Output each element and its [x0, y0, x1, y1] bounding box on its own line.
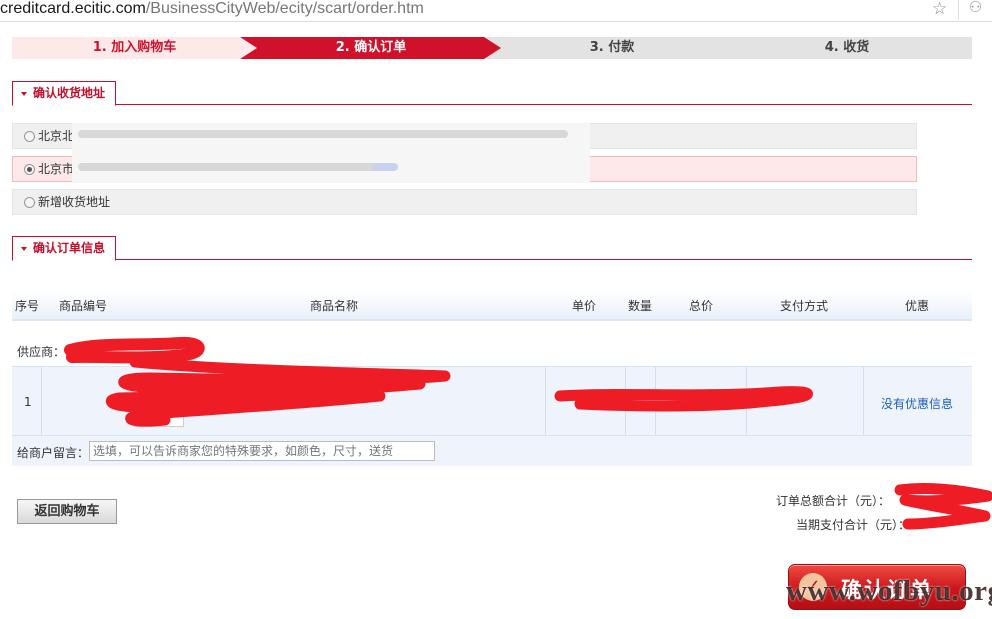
blur-line: [78, 163, 378, 171]
url-text[interactable]: creditcard.ecitic.com/BusinessCityWeb/ec…: [0, 0, 424, 18]
cell-divider: [625, 367, 626, 435]
blur-line: [78, 130, 568, 138]
address-option-label: 北京北: [38, 129, 75, 143]
caret-down-icon: [21, 91, 27, 96]
url-path: /BusinessCityWeb/ecity/scart/order.htm: [145, 0, 424, 17]
column-header-unit-price: 单价: [572, 299, 597, 313]
column-header-index: 序号: [15, 299, 40, 313]
column-header-product-id: 商品编号: [59, 299, 108, 313]
cell-divider: [863, 367, 864, 435]
table-row: 1 没有优惠信息: [12, 366, 972, 436]
product-thumbnail[interactable]: [134, 377, 184, 427]
order-table-header: 序号 商品编号 商品名称 单价 数量 总价 支付方式 优惠: [12, 291, 972, 321]
caret-down-icon: [21, 246, 27, 251]
cell-divider: [655, 367, 656, 435]
new-address-label: 新增收货地址: [38, 195, 111, 209]
column-header-total: 总价: [689, 299, 714, 313]
redaction-stroke-totals: [894, 482, 992, 530]
merchant-message-label: 给商户留言：: [17, 446, 90, 460]
bookmark-star-icon[interactable]: ☆: [932, 0, 947, 19]
no-discount-link[interactable]: 没有优惠信息: [881, 395, 953, 412]
extension-icon[interactable]: ⚇: [958, 0, 992, 20]
order-total-label: 订单总额合计（元）：: [776, 494, 891, 508]
column-header-payment: 支付方式: [780, 299, 829, 313]
column-header-discount: 优惠: [905, 299, 930, 313]
blurred-address-details: [72, 123, 590, 183]
order-section-header: 确认订单信息: [12, 236, 972, 261]
address-radio-new[interactable]: [24, 197, 35, 208]
browser-address-bar[interactable]: creditcard.ecitic.com/BusinessCityWeb/ec…: [0, 0, 992, 22]
step-add-to-cart: 1. 加入购物车: [12, 37, 257, 59]
back-to-cart-button[interactable]: 返回购物车: [17, 499, 117, 524]
checkout-progress: 1. 加入购物车 2. 确认订单 3. 付款 4. 收货: [12, 37, 972, 59]
cell-divider: [41, 367, 42, 435]
order-section-tab[interactable]: 确认订单信息: [12, 236, 117, 261]
row-index: 1: [24, 395, 32, 409]
address-section-tab[interactable]: 确认收货地址: [12, 81, 117, 106]
supplier-suffix: 司: [185, 345, 198, 359]
address-option-label: 北京市: [38, 162, 75, 176]
url-host: creditcard.ecitic.com: [0, 0, 146, 17]
period-payment-label: 当期支付合计（元）：: [796, 518, 911, 532]
blur-line: [372, 163, 398, 171]
merchant-message-input[interactable]: [89, 441, 435, 461]
order-section-title: 确认订单信息: [33, 241, 106, 255]
cell-divider: [545, 367, 546, 435]
address-option-new[interactable]: 新增收货地址: [12, 189, 917, 215]
address-section-header: 确认收货地址: [12, 81, 972, 106]
cell-divider: [746, 367, 747, 435]
step-receive: 4. 收货: [722, 37, 972, 59]
address-radio-selected[interactable]: [24, 164, 35, 175]
step-confirm-order: 2. 确认订单: [240, 37, 502, 59]
column-header-quantity: 数量: [628, 299, 653, 313]
address-section-title: 确认收货地址: [33, 86, 106, 100]
supplier-label: 供应商：: [17, 345, 66, 359]
column-header-product-name: 商品名称: [310, 299, 359, 313]
supplier-line: 供应商： 司: [17, 343, 197, 360]
step-payment: 3. 付款: [484, 37, 740, 59]
watermark: www.wofbyu.org: [786, 575, 992, 607]
address-radio[interactable]: [24, 131, 35, 142]
merchant-message-row: 给商户留言：: [12, 436, 972, 466]
